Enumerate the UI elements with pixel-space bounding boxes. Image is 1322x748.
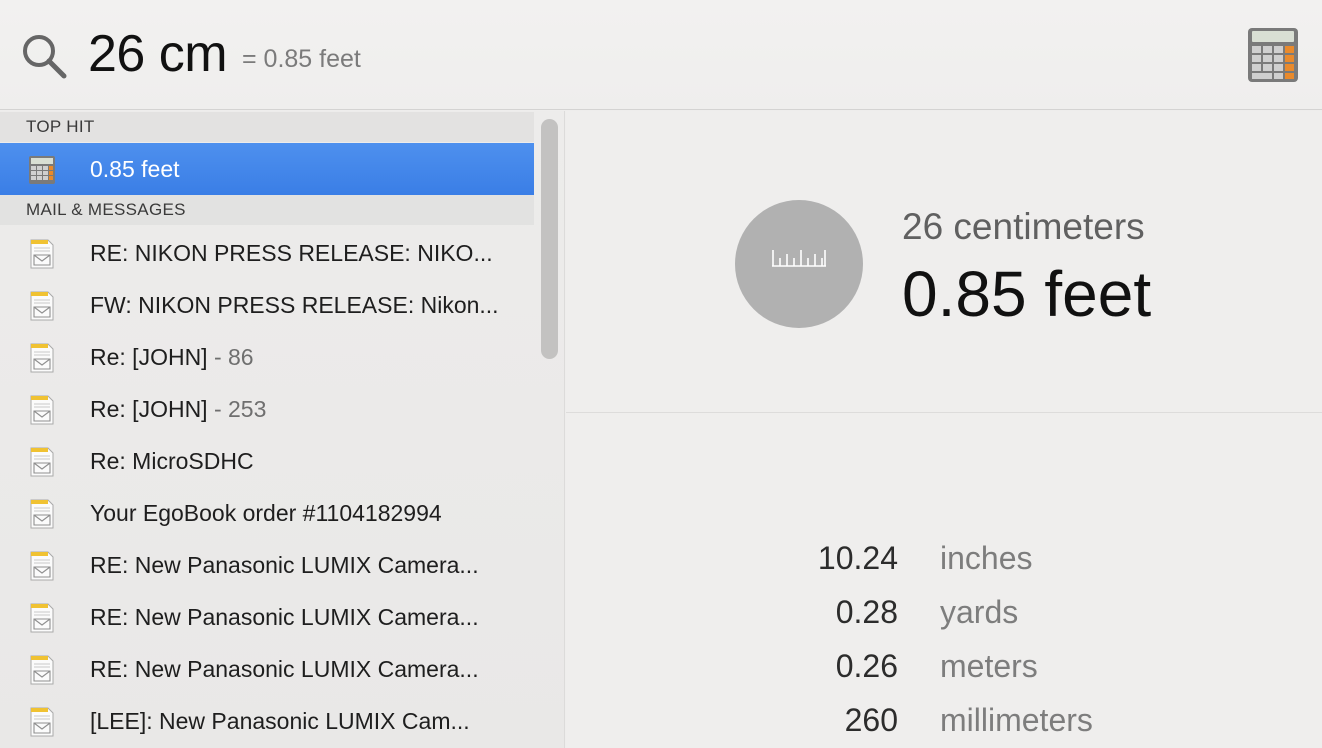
conversion-result: 0.85 feet [902,258,1152,330]
result-row-mail[interactable]: RE: New Panasonic LUMIX Camera... [0,539,534,591]
conversion-unit: inches [940,540,1033,576]
result-label: RE: New Panasonic LUMIX Camera... [90,604,479,630]
result-row-mail[interactable]: FW: NIKON PRESS RELEASE: Nikon... [0,279,534,331]
result-row-mail[interactable]: Re: [JOHN] - 86 [0,331,534,383]
preview-divider [566,412,1322,413]
magnifier-icon [23,35,67,79]
result-label: Re: [JOHN] - 86 [90,344,254,370]
ruler-icon-badge [735,200,863,328]
preview-pane: 26 centimeters 0.85 feet 10.24 inches 0.28… [566,111,1322,748]
result-row-mail[interactable]: Your EgoBook order #1104182994 [0,487,534,539]
result-row-mail[interactable]: Re: MicroSDHC [0,435,534,487]
conversion-value: 10.24 [817,540,898,576]
conversion-row: 10.24 inches [566,531,1322,585]
mail-document-icon [30,447,54,477]
search-input[interactable]: 26 cm [88,24,228,84]
conversion-unit: millimeters [940,702,1093,738]
result-label: FW: NIKON PRESS RELEASE: Nikon... [90,292,499,318]
result-label: RE: New Panasonic LUMIX Camera... [90,552,479,578]
section-header-mail: MAIL & MESSAGES [0,195,534,225]
mail-document-icon [30,551,54,581]
result-row-mail[interactable]: RE: New Panasonic LUMIX Camera... [0,591,534,643]
result-label: RE: NIKON PRESS RELEASE: NIKO... [90,240,493,266]
conversion-source: 26 centimeters [902,206,1145,247]
mail-document-icon [30,499,54,529]
mail-document-icon [30,343,54,373]
conversion-value: 260 [844,702,898,738]
result-row-mail[interactable]: RE: NIKON PRESS RELEASE: NIKO... [0,227,534,279]
result-label: [LEE]: New Panasonic LUMIX Cam... [90,708,470,734]
result-label: Your EgoBook order #1104182994 [90,500,442,526]
result-label: RE: New Panasonic LUMIX Camera... [90,656,479,682]
result-row-mail[interactable]: Re: [JOHN] - 253 [0,383,534,435]
result-row-mail[interactable]: RE: New Panasonic LUMIX Camera... [0,643,534,695]
inline-result: = 0.85 feet [242,45,361,73]
conversion-row: 0.26 meters [566,639,1322,693]
conversion-unit: meters [940,648,1038,684]
conversion-row: 0.28 yards [566,585,1322,639]
calculator-icon [29,156,55,184]
ruler-icon [772,250,826,267]
conversion-value: 0.28 [835,594,898,630]
mail-document-icon [30,603,54,633]
conversion-row: 260 millimeters [566,693,1322,747]
mail-document-icon [30,655,54,685]
conversion-value: 0.26 [835,648,898,684]
result-row-top-hit[interactable]: 0.85 feet [0,143,534,195]
section-header-top-hit: TOP HIT [0,112,534,142]
result-label: 0.85 feet [90,156,180,182]
mail-document-icon [30,395,54,425]
result-label: Re: [JOHN] - 253 [90,396,267,422]
calculator-icon [1248,28,1298,82]
results-list[interactable]: TOP HIT 0.85 feet MAIL & MESSAGES RE: NI… [0,111,565,748]
results-scrollbar[interactable] [541,119,558,359]
result-row-mail[interactable]: [LEE]: New Panasonic LUMIX Cam... [0,695,534,747]
conversion-unit: yards [940,594,1019,630]
mail-document-icon [30,291,54,321]
search-bar: 26 cm = 0.85 feet [0,0,1322,110]
mail-document-icon [30,239,54,269]
result-label: Re: MicroSDHC [90,448,254,474]
mail-document-icon [30,707,54,737]
